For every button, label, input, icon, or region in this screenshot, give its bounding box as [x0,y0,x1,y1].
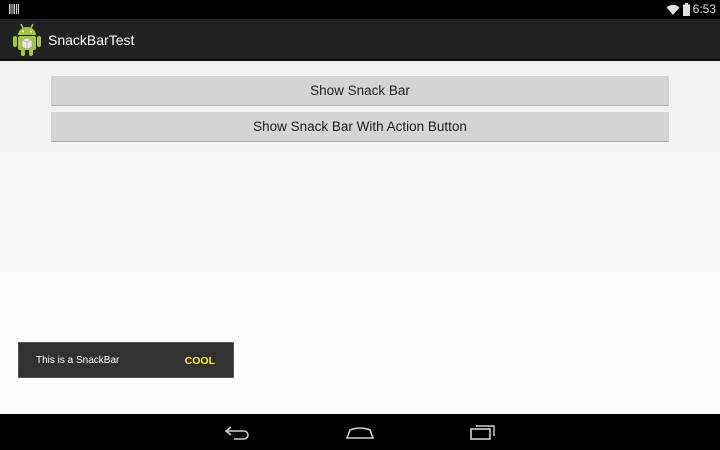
back-icon [224,426,249,440]
home-button[interactable] [340,420,380,444]
show-snack-bar-with-action-button[interactable]: Show Snack Bar With Action Button [51,112,669,142]
barcode-icon [9,4,19,14]
battery-icon [682,3,690,16]
home-icon [345,427,375,439]
android-app-icon[interactable] [10,22,44,58]
status-time: 6:53 [692,2,716,16]
show-snack-bar-button[interactable]: Show Snack Bar [51,76,669,106]
recent-apps-button[interactable] [462,420,502,444]
action-bar: SnackBarTest [0,19,720,61]
status-bar: 6:53 [0,0,720,19]
app-title: SnackBarTest [48,32,135,48]
navigation-bar [0,414,720,450]
screen: 6:53 SnackBarTest Show Snack Bar Show Sn… [0,0,720,450]
main-content: Show Snack Bar Show Snack Bar With Actio… [0,61,720,414]
snackbar-action-button[interactable]: COOL [185,343,215,379]
back-button[interactable] [218,420,258,444]
status-icons: 6:53 [666,0,716,19]
snackbar: This is a SnackBar COOL [18,342,234,378]
wifi-icon [666,4,680,15]
snackbar-message: This is a SnackBar [36,355,120,366]
recent-apps-icon [470,425,495,440]
